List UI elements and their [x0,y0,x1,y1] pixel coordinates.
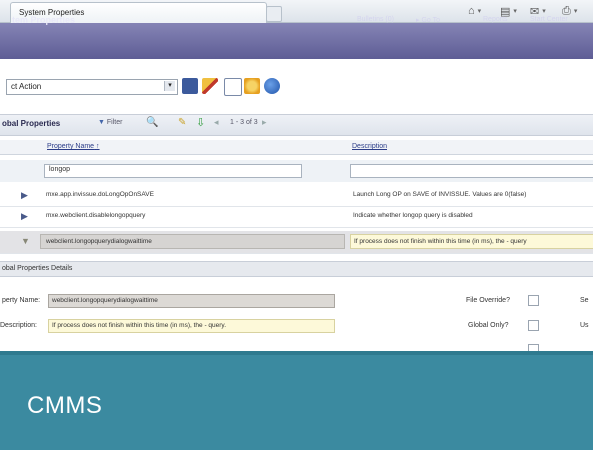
table-row[interactable]: ▶ mxe.app.invissue.doLongOpOnSAVE Launch… [0,186,593,207]
app-title: tem Properties [12,15,76,25]
filter-button[interactable]: ▼ Filter [98,119,122,126]
table-title: obal Properties [2,119,61,128]
edit-row-icon[interactable]: ✎ [178,117,186,128]
row-description: If process does not finish within this t… [354,238,527,245]
sort-icon: ↑ [96,143,100,150]
right-field-label-1: Se [580,297,589,304]
table-toolbar [0,114,593,136]
property-name-filter-input[interactable]: longop [44,164,302,178]
new-tab-button[interactable] [266,6,282,22]
global-only-checkbox[interactable] [528,320,539,331]
caption-text: CMMS [27,392,103,419]
download-icon[interactable]: ⇩ [196,116,205,129]
chevron-down-icon[interactable]: ▾ [164,81,175,91]
edit-icon[interactable] [202,78,218,94]
description-field[interactable]: If process does not finish within this t… [48,319,335,333]
collapse-row-icon[interactable]: ▼ [21,236,30,246]
goto-link[interactable]: ▸ Go To [416,16,440,24]
global-only-label: Global Only? [468,322,509,329]
details-title: obal Properties Details [2,265,73,272]
right-field-label-2: Us [580,322,589,329]
row-description: Launch Long OP on SAVE of INVISSUE. Valu… [353,191,527,198]
description-label: Description: [0,322,37,329]
property-name-filter-value: longop [49,166,71,173]
column-header-description[interactable]: Description [352,143,387,150]
table-row[interactable]: ▶ mxe.webclient.disablelongopquery Indic… [0,207,593,228]
new-window-icon[interactable] [224,78,242,96]
property-name-label: perty Name: [2,297,41,304]
app-header [0,23,593,59]
start-center-link[interactable]: Start Center [530,16,568,23]
row-property-name: webclient.longopquerydialogwaittime [46,238,152,245]
select-action-value: ct Action [11,82,42,91]
file-override-label: File Override? [466,297,510,304]
table-row-selected[interactable]: ▼ webclient.longopquerydialogwaittime If… [0,231,593,254]
description-filter-input[interactable] [350,164,593,178]
column-header-label: Property Name [47,143,95,150]
expand-row-icon[interactable]: ▶ [21,211,28,222]
column-header-property-name[interactable]: Property Name ↑ [47,143,100,150]
row-property-name: mxe.app.invissue.doLongOpOnSAVE [46,191,154,198]
next-page-icon[interactable]: ▸ [262,117,267,128]
pagination: 1 - 3 of 3 [230,119,258,126]
select-action-dropdown[interactable]: ct Action ▾ [6,79,178,95]
row-property-name: mxe.webclient.disablelongopquery [46,212,146,219]
save-icon[interactable] [182,78,198,94]
reports-link[interactable]: Reports [483,16,508,23]
search-icon[interactable]: 🔍 [146,117,158,128]
details-section-header: obal Properties Details [0,261,593,277]
globe-icon[interactable] [264,78,280,94]
property-name-field[interactable]: webclient.longopquerydialogwaittime [48,294,335,308]
prev-page-icon[interactable]: ◂ [214,117,219,128]
filter-label: Filter [106,119,123,126]
filter-icon: ▼ [98,119,105,126]
file-override-checkbox[interactable] [528,295,539,306]
bulletins-link[interactable]: Bulletins (0) [357,16,394,23]
expand-row-icon[interactable]: ▶ [21,190,28,201]
goto-label: Go To [421,17,441,24]
home-icon[interactable]: ⌂ ▾ [468,4,481,18]
refresh-icon[interactable] [244,78,260,94]
row-description: Indicate whether longop query is disable… [353,212,473,219]
